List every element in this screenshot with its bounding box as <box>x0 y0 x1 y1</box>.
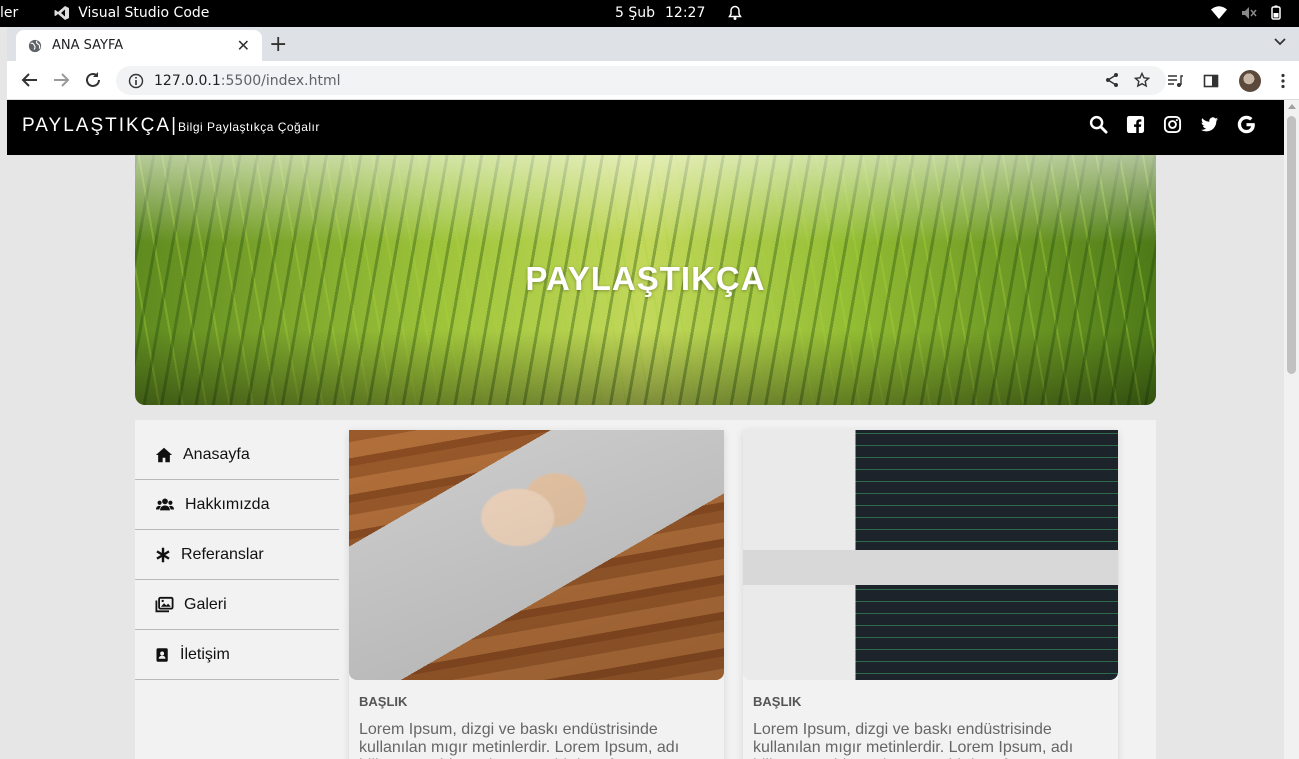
address-bar[interactable]: 127.0.0.1:5500/index.html <box>116 66 1166 95</box>
close-tab-icon[interactable]: ✕ <box>237 36 250 55</box>
more-menu-icon[interactable] <box>1281 73 1285 89</box>
card-image-laptop <box>349 430 724 680</box>
hero-title: PAYLAŞTIKÇA <box>525 260 766 297</box>
search-icon[interactable] <box>1089 115 1108 134</box>
facebook-icon[interactable] <box>1126 115 1145 134</box>
card-image-code-screen <box>743 430 1118 680</box>
browser-tab[interactable]: ANA SAYFA ✕ <box>16 30 262 61</box>
sidebar-item-iletisim[interactable]: İletişim <box>135 630 339 680</box>
card-heading: BAŞLIK <box>359 694 408 709</box>
sidebar-item-label: İletişim <box>180 645 230 663</box>
sidebar-item-label: Referanslar <box>181 545 264 563</box>
tab-search-chevron-icon[interactable] <box>1273 34 1287 48</box>
site-brand[interactable]: PAYLAŞTIKÇA| <box>22 115 178 137</box>
main-content: Anasayfa Hakkımızda Referanslar Galeri İ… <box>135 420 1156 759</box>
bell-icon <box>728 5 743 20</box>
sidebar-item-label: Hakkımızda <box>185 495 270 513</box>
scroll-up-arrow[interactable] <box>1288 104 1296 109</box>
page-viewport: PAYLAŞTIKÇA| Bilgi Paylaştıkça Çoğalır P… <box>7 100 1284 759</box>
battery-icon[interactable] <box>1271 5 1281 20</box>
new-tab-button[interactable]: + <box>269 32 287 57</box>
browser-toolbar: 127.0.0.1:5500/index.html <box>7 61 1299 100</box>
active-app-name[interactable]: Visual Studio Code <box>78 5 209 21</box>
side-panel-icon[interactable] <box>1203 73 1219 89</box>
globe-icon <box>28 39 42 52</box>
media-queue-icon[interactable] <box>1167 73 1183 89</box>
sidebar-item-label: Anasayfa <box>183 445 250 463</box>
asterisk-icon <box>156 547 170 562</box>
twitter-icon[interactable] <box>1200 115 1219 134</box>
vscode-icon <box>54 6 70 20</box>
info-icon[interactable] <box>128 73 144 89</box>
sidebar-item-hakkimizda[interactable]: Hakkımızda <box>135 480 339 530</box>
card-text: Lorem Ipsum, dizgi ve baskı endüstrisind… <box>359 721 689 759</box>
sidebar-menu: Anasayfa Hakkımızda Referanslar Galeri İ… <box>135 430 339 680</box>
profile-avatar[interactable] <box>1239 70 1261 92</box>
url-path: :5500/index.html <box>220 72 341 89</box>
date-label: 5 Şub <box>615 5 656 21</box>
clock[interactable]: 5 Şub 12:27 <box>615 5 743 21</box>
browser-tab-strip: ANA SAYFA ✕ + <box>7 27 1299 61</box>
page-scrollbar[interactable] <box>1284 100 1299 759</box>
users-icon <box>156 498 174 510</box>
site-header: PAYLAŞTIKÇA| Bilgi Paylaştıkça Çoğalır <box>7 100 1284 155</box>
url-host: 127.0.0.1 <box>154 72 221 89</box>
volume-muted-icon[interactable] <box>1241 6 1257 20</box>
content-card[interactable]: BAŞLIK Lorem Ipsum, dizgi ve baskı endüs… <box>349 430 724 759</box>
time-label: 12:27 <box>665 5 706 21</box>
back-icon[interactable] <box>20 70 40 90</box>
sidebar-item-label: Galeri <box>184 595 227 613</box>
images-icon <box>155 596 174 612</box>
forward-icon[interactable] <box>51 70 71 90</box>
social-icons <box>1089 115 1256 134</box>
google-icon[interactable] <box>1237 115 1256 134</box>
card-heading: BAŞLIK <box>753 694 802 709</box>
address-book-icon <box>156 647 168 662</box>
sidebar-item-galeri[interactable]: Galeri <box>135 580 339 630</box>
reload-icon[interactable] <box>83 70 103 90</box>
tab-title: ANA SAYFA <box>52 38 124 53</box>
scrollbar-thumb[interactable] <box>1287 116 1296 374</box>
share-icon[interactable] <box>1104 72 1120 88</box>
instagram-icon[interactable] <box>1163 115 1182 134</box>
content-card[interactable]: BAŞLIK Lorem Ipsum, dizgi ve baskı endüs… <box>743 430 1118 759</box>
site-slogan: Bilgi Paylaştıkça Çoğalır <box>178 120 320 134</box>
sidebar-item-referanslar[interactable]: Referanslar <box>135 530 339 580</box>
home-icon <box>155 447 173 462</box>
card-text: Lorem Ipsum, dizgi ve baskı endüstrisind… <box>753 721 1083 759</box>
hero-banner: PAYLAŞTIKÇA <box>135 155 1156 405</box>
activities-label[interactable]: ler <box>0 5 18 21</box>
os-top-bar: ler Visual Studio Code 5 Şub 12:27 <box>0 0 1299 27</box>
wifi-icon[interactable] <box>1211 5 1227 20</box>
sidebar-item-anasayfa[interactable]: Anasayfa <box>135 430 339 480</box>
bookmark-star-icon[interactable] <box>1134 72 1150 88</box>
